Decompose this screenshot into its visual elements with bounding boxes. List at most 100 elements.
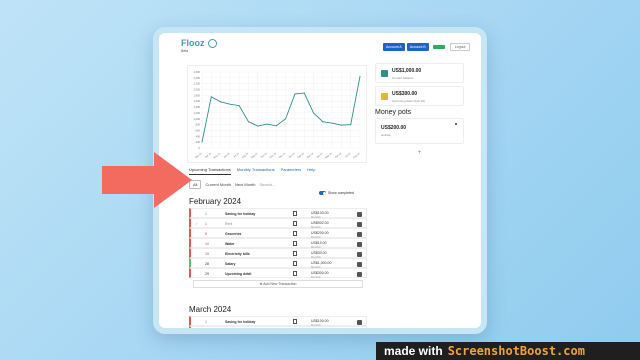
highlight-arrow-icon [102, 152, 192, 208]
transaction-day: 1 [205, 320, 207, 324]
logout-button[interactable]: Logout [449, 43, 471, 51]
y-tick-label: 1,400 [194, 105, 201, 109]
line-chart: 2,600 2,400 2,200 2,0001,800 1,600 1,400 1,200… [194, 70, 362, 159]
money-pot-card[interactable]: US$200.00 Holiday [375, 118, 464, 144]
y-tick-label: 2,000 [194, 88, 201, 92]
data-point [350, 124, 352, 126]
data-point [210, 96, 212, 98]
x-tick-label: Nov 23 [269, 152, 277, 159]
edit-icon[interactable] [357, 221, 362, 227]
transaction-row[interactable]: 10 Water US$10.00 Monthly [189, 238, 367, 249]
data-point [359, 75, 361, 77]
y-tick-label: 600 [196, 128, 201, 132]
transaction-row[interactable]: 29 Upcoming debit US$300.00 Monthly [189, 268, 367, 279]
show-completed-toggle[interactable]: Show completed [319, 191, 354, 195]
filter-current-month[interactable]: Current Month [205, 182, 231, 187]
transaction-row[interactable]: 15 Electricity bills US$30.00 Monthly [189, 248, 367, 259]
y-tick-label: 1,200 [194, 111, 201, 115]
edit-icon[interactable] [357, 251, 362, 257]
y-tick-label: 800 [196, 123, 201, 127]
document-icon[interactable] [293, 221, 297, 226]
device-frame: Flooz Beta Account A Account B Logout 2,… [153, 27, 487, 334]
document-icon[interactable] [293, 241, 297, 246]
x-tick-label: Apr 23 [204, 152, 212, 159]
month-title-mar: March 2024 [189, 305, 232, 314]
document-icon[interactable] [293, 271, 297, 276]
check-icon[interactable]: ✓ [195, 222, 198, 226]
balance-card-upcoming: US$300.00 Upcoming debit (Feb 29) [375, 86, 464, 106]
add-transaction-button[interactable]: ⊕ Add New Transaction [193, 280, 363, 288]
transaction-name: Water [225, 242, 235, 246]
account-b-button[interactable]: Account B [406, 43, 429, 51]
transaction-day: 1 [205, 212, 207, 216]
transaction-name: Saving for holiday [225, 320, 256, 324]
wallet-icon [381, 70, 388, 77]
transaction-name: Upcoming debit [225, 272, 252, 276]
watermark: made with ScreenshotBoost.com [376, 342, 640, 360]
transaction-name: Groceries [225, 232, 242, 236]
filter-next-month[interactable]: Next Month [235, 182, 255, 187]
transaction-row[interactable]: 28 Salary US$1,000.00 Monthly [189, 258, 367, 269]
data-point [266, 123, 268, 125]
y-tick-label: 200 [196, 140, 201, 144]
document-icon[interactable] [293, 319, 297, 324]
edit-icon[interactable] [357, 241, 362, 247]
data-point [340, 124, 342, 126]
upcoming-label: Upcoming debit (Feb 29) [392, 99, 426, 103]
app-screen: Flooz Beta Account A Account B Logout 2,… [159, 33, 481, 328]
data-point [257, 125, 259, 127]
logo-icon [207, 38, 217, 48]
series-line [201, 76, 361, 143]
transaction-day: 1 [205, 222, 207, 226]
document-icon[interactable] [293, 231, 297, 236]
add-pot-button[interactable]: + [375, 150, 464, 156]
transaction-row[interactable]: ✓ 1 Rent US$902.00 Monthly [189, 218, 367, 229]
transaction-day: 5 [205, 232, 207, 236]
document-icon[interactable] [293, 261, 297, 266]
transaction-list-feb: 1 Saving for holiday US$100.00 Monthly ✓ 1 Ren… [189, 208, 367, 290]
more-icon[interactable] [455, 123, 457, 125]
account-a-button[interactable]: Account A [383, 43, 405, 51]
x-tick-label: Jun 24 [334, 152, 342, 159]
edit-icon[interactable] [357, 231, 362, 237]
transaction-day: 15 [205, 252, 209, 256]
y-tick-label: 1,600 [194, 99, 201, 103]
data-point [220, 101, 222, 103]
transaction-list-mar: 1Saving for holidayUS$100.00Monthly1Rent… [189, 316, 367, 328]
y-tick-label: 2,400 [194, 76, 201, 80]
tab-parameters[interactable]: Parameters [281, 167, 302, 175]
balance-card-current: US$1,000.00 Current balance [375, 63, 464, 83]
document-icon[interactable] [293, 251, 297, 256]
data-point [322, 121, 324, 123]
edit-icon[interactable] [357, 319, 362, 325]
data-point [285, 118, 287, 120]
x-tick-label: Aug 24 [353, 152, 361, 159]
data-point [294, 93, 296, 95]
tab-upcoming[interactable]: Upcoming Transactions [189, 167, 231, 175]
search-input[interactable]: Search... [259, 182, 275, 187]
y-tick-label: 2,200 [194, 82, 201, 86]
transaction-row[interactable]: 1 Saving for holiday US$100.00 Monthly [189, 208, 367, 219]
transaction-row[interactable]: 1RentUS$900.00Monthly [189, 326, 367, 328]
edit-icon[interactable] [357, 261, 362, 267]
transaction-name: Saving for holiday [225, 212, 256, 216]
toggle-switch[interactable] [319, 191, 326, 195]
tab-bar: Upcoming Transactions Monthly Transactio… [189, 167, 369, 175]
document-icon[interactable] [293, 211, 297, 216]
edit-icon[interactable] [357, 211, 362, 217]
balance-chart: 2,600 2,400 2,200 2,000 1,800 1,600 1,400 1,200… [187, 65, 367, 163]
x-tick-label: Jun 23 [223, 152, 231, 159]
tab-help[interactable]: Help [307, 167, 315, 175]
edit-icon[interactable] [357, 271, 362, 277]
app-logo[interactable]: Flooz [181, 38, 217, 48]
upcoming-value: US$300.00 [392, 91, 418, 97]
x-tick-label: Oct 23 [260, 152, 268, 159]
x-tick-label: Mar 24 [306, 152, 314, 159]
filter-bar: All Current Month Next Month Search... [189, 178, 369, 190]
tab-monthly[interactable]: Monthly Transactions [237, 167, 275, 175]
transaction-row[interactable]: 5 Groceries US$200.00 Monthly [189, 228, 367, 239]
balance-value: US$1,000.00 [392, 68, 422, 74]
status-pill [432, 45, 445, 49]
month-title-feb: February 2024 [189, 197, 242, 206]
transaction-row[interactable]: 1 Saving for holiday US$100.00 Monthly [189, 316, 367, 327]
